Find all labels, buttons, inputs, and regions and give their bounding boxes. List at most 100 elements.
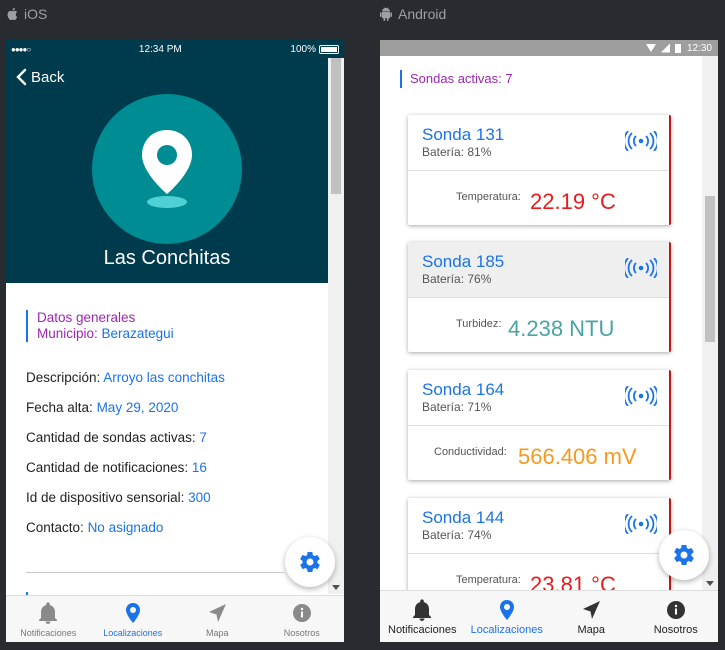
field-dispositivo: Id de dispositivo sensorial: 300: [26, 490, 316, 506]
ios-tab-bar: Notificaciones Localizaciones Mapa Nosot…: [6, 595, 344, 642]
reading-label: Conductividad:: [434, 446, 507, 458]
sonda-battery: Batería: 71%: [422, 400, 492, 414]
sonda-reading: Temperatura: 22.19 °C: [408, 171, 669, 225]
status-time: 12:30: [686, 42, 712, 54]
wifi-icon: [645, 44, 656, 52]
field-label: Cantidad de sondas activas:: [26, 430, 196, 445]
field-label: Cantidad de notificaciones:: [26, 460, 189, 475]
location-pin-icon: [142, 130, 192, 208]
sonda-title: Sonda 131: [422, 125, 505, 144]
reading-label: Temperatura:: [456, 191, 521, 203]
location-title: Las Conchitas: [103, 247, 231, 269]
tab-label: Mapa: [205, 628, 229, 638]
signal-icon: [660, 43, 670, 53]
info-icon: [292, 604, 311, 622]
signal-broadcast-icon: [625, 131, 657, 151]
status-time: 12:34 PM: [138, 43, 182, 55]
sonda-card-header: Sonda 131 Batería: 81%: [408, 115, 669, 171]
android-status-bar: 12:30: [380, 40, 718, 56]
field-value: Arroyo las conchitas: [103, 370, 225, 385]
info-icon: [666, 601, 685, 619]
field-value: 7: [199, 430, 207, 445]
general-info-block: Datos generales Municipio: Berazategui: [26, 310, 316, 342]
tab-mapa[interactable]: Mapa: [175, 596, 260, 642]
apple-icon: [7, 7, 18, 21]
ios-platform-label: iOS: [6, 6, 47, 22]
tab-label: Nosotros: [283, 628, 320, 638]
battery-indicator: 100%: [290, 44, 339, 55]
tab-notificaciones[interactable]: Notificaciones: [6, 596, 91, 642]
sonda-battery: Batería: 81%: [422, 145, 492, 159]
field-label: Id de dispositivo sensorial:: [26, 490, 185, 505]
general-heading: Datos generales: [37, 310, 136, 325]
settings-fab-button[interactable]: [659, 530, 709, 580]
sonda-card[interactable]: Sonda 131 Batería: 81% Temperatura: 22.1…: [408, 115, 671, 225]
tab-localizaciones[interactable]: Localizaciones: [465, 591, 550, 642]
tab-label: Nosotros: [653, 624, 698, 636]
sonda-card-header: Sonda 164 Batería: 71%: [408, 370, 669, 426]
field-value: May 29, 2020: [96, 400, 179, 415]
navigation-arrow-icon: [583, 601, 601, 619]
tab-label: Notificaciones: [20, 628, 77, 638]
tab-mapa[interactable]: Mapa: [549, 591, 634, 642]
sondas-activas-heading: Sondas activas: 7: [400, 70, 513, 88]
signal-broadcast-icon: [625, 514, 657, 534]
android-platform-label: Android: [380, 6, 446, 22]
location-header: Back Las Conchitas: [6, 40, 328, 283]
sonda-title: Sonda 164: [422, 380, 505, 399]
field-notificaciones: Cantidad de notificaciones: 16: [26, 460, 316, 476]
sonda-title: Sonda 144: [422, 508, 505, 527]
status-icons: [645, 43, 681, 53]
sonda-card-header: Sonda 144 Batería: 74%: [408, 498, 669, 554]
tab-nosotros[interactable]: Nosotros: [634, 591, 719, 642]
battery-icon: [674, 43, 681, 53]
tab-label: Notificaciones: [388, 624, 457, 636]
field-label: Fecha alta:: [26, 400, 93, 415]
navigation-arrow-icon: [209, 604, 227, 622]
reading-value: 22.19 °C: [530, 189, 616, 214]
scroll-thumb[interactable]: [705, 196, 715, 342]
tab-notificaciones[interactable]: Notificaciones: [380, 591, 465, 642]
signal-indicator: ●●●●○: [11, 44, 31, 54]
sonda-card[interactable]: Sonda 164 Batería: 71% Conductividad: 56…: [408, 370, 671, 480]
sonda-card-header: Sonda 185 Batería: 76%: [408, 242, 669, 298]
ios-label-text: iOS: [24, 6, 48, 22]
field-label: Contacto:: [26, 520, 84, 535]
tab-label: Mapa: [577, 624, 606, 636]
sonda-card[interactable]: Sonda 185 Batería: 76% Turbidez: 4.238 N…: [408, 242, 671, 352]
scroll-down-arrow-icon[interactable]: [706, 581, 714, 586]
bell-icon: [413, 599, 432, 621]
back-label: Back: [31, 68, 65, 86]
field-label: Descripción:: [26, 370, 101, 385]
tab-label: Localizaciones: [103, 628, 163, 638]
scroll-down-arrow-icon[interactable]: [332, 585, 340, 590]
tab-label: Localizaciones: [470, 624, 543, 636]
tab-localizaciones[interactable]: Localizaciones: [91, 596, 176, 642]
ios-phone-screen: Back Las Conchitas ●●●●○ 12:34 PM 100% D…: [6, 40, 344, 642]
reading-value: 4.238 NTU: [508, 316, 615, 341]
sonda-title: Sonda 185: [422, 252, 505, 271]
reading-label: Turbidez:: [456, 318, 502, 330]
sonda-reading: Conductividad: 566.406 mV: [408, 426, 669, 480]
gear-icon: [674, 545, 694, 566]
settings-fab-button[interactable]: [285, 537, 335, 587]
android-bottom-nav: Notificaciones Localizaciones Mapa Nosot…: [380, 590, 718, 642]
field-value: No asignado: [87, 520, 164, 535]
reading-label: Temperatura:: [456, 574, 521, 586]
android-icon: [380, 7, 392, 21]
municipio-value: Berazategui: [101, 326, 174, 341]
tab-nosotros[interactable]: Nosotros: [260, 596, 345, 642]
gear-icon: [300, 552, 320, 573]
android-label-text: Android: [398, 6, 447, 22]
back-button[interactable]: Back: [15, 68, 64, 86]
signal-broadcast-icon: [625, 386, 657, 406]
sonda-reading: Turbidez: 4.238 NTU: [408, 298, 669, 352]
scroll-thumb[interactable]: [331, 58, 341, 194]
field-value: 300: [188, 490, 211, 505]
ios-scrollbar[interactable]: [328, 58, 344, 594]
field-contacto: Contacto: No asignado: [26, 520, 316, 536]
field-fecha-alta: Fecha alta: May 29, 2020: [26, 400, 316, 416]
android-scrollbar[interactable]: [702, 56, 718, 590]
location-details: Datos generales Municipio: Berazategui D…: [26, 310, 316, 536]
field-sondas-activas: Cantidad de sondas activas: 7: [26, 430, 316, 446]
